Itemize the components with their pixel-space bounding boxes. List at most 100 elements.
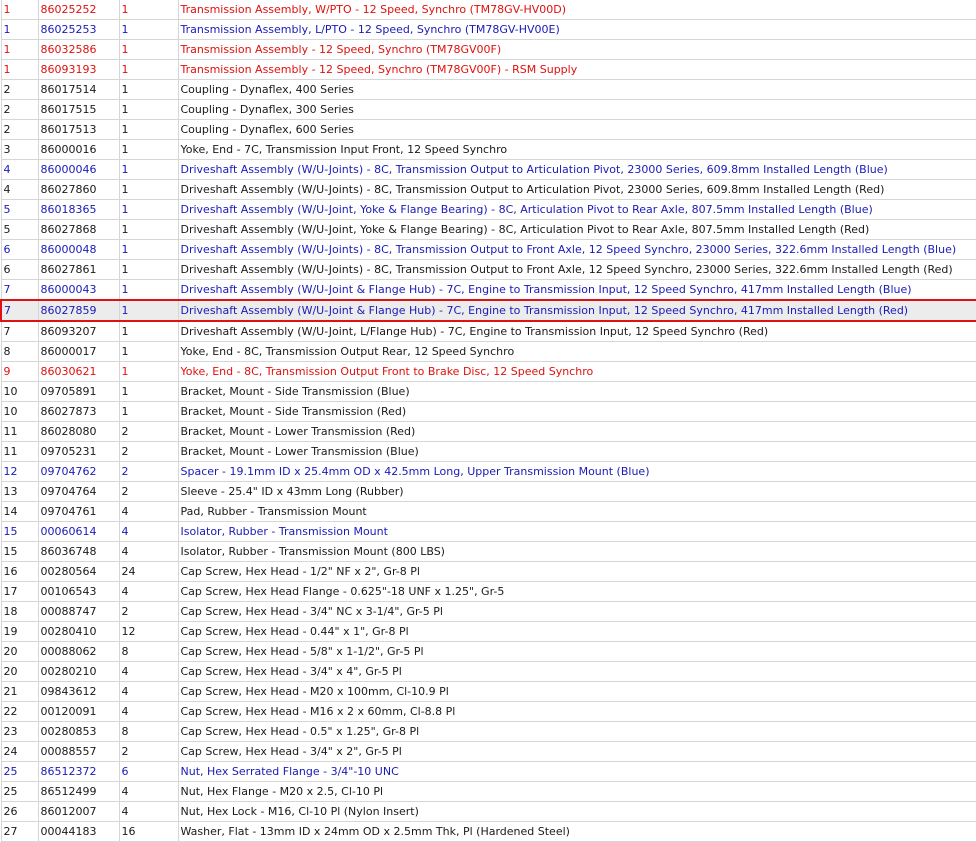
part-number-cell: 86025253 <box>37 19 120 40</box>
table-row[interactable]: 5 86027868 1 Driveshaft Assembly (W/U-Joint… <box>0 219 976 240</box>
table-row[interactable]: 17 00106543 4 Cap Screw, Hex Head Flange - … <box>0 581 976 602</box>
table-row[interactable]: 6 86000048 1 Driveshaft Assembly (W/U-Joint… <box>0 239 976 260</box>
description-cell: Yoke, End - 7C, Transmission Input Front… <box>177 139 976 160</box>
table-row[interactable]: 11 09705231 2 Bracket, Mount - Lower Transm… <box>0 441 976 462</box>
quantity-cell: 4 <box>118 681 179 702</box>
table-row[interactable]: 1 86093193 1 Transmission Assembly - 12 Spe… <box>0 59 976 80</box>
table-row[interactable]: 21 09843612 4 Cap Screw, Hex Head - M20 x 1… <box>0 681 976 702</box>
item-number-cell: 2 <box>0 99 39 120</box>
table-row[interactable]: 2 86017513 1 Coupling - Dynaflex, 600 Serie… <box>0 119 976 140</box>
table-row[interactable]: 20 00088062 8 Cap Screw, Hex Head - 5/8" x … <box>0 641 976 662</box>
part-number-cell: 86027868 <box>37 219 120 240</box>
item-number-cell: 11 <box>0 441 39 462</box>
item-number-cell: 5 <box>0 219 39 240</box>
table-row[interactable]: 10 86027873 1 Bracket, Mount - Side Transmi… <box>0 401 976 422</box>
description-cell: Coupling - Dynaflex, 300 Series <box>177 99 976 120</box>
part-number-cell: 09705891 <box>37 381 120 402</box>
table-row[interactable]: 18 00088747 2 Cap Screw, Hex Head - 3/4" NC… <box>0 601 976 622</box>
description-cell: Driveshaft Assembly (W/U-Joint, Yoke & F… <box>177 199 976 220</box>
table-row[interactable]: 10 09705891 1 Bracket, Mount - Side Transmi… <box>0 381 976 402</box>
table-row[interactable]: 1 86025252 1 Transmission Assembly, W/PTO -… <box>0 0 976 20</box>
description-cell: Transmission Assembly - 12 Speed, Synchr… <box>177 39 976 60</box>
table-row[interactable]: 5 86018365 1 Driveshaft Assembly (W/U-Joint… <box>0 199 976 220</box>
part-number-cell: 00280853 <box>37 721 120 742</box>
table-row[interactable]: 13 09704764 2 Sleeve - 25.4" ID x 43mm Long… <box>0 481 976 502</box>
description-cell: Bracket, Mount - Lower Transmission (Blu… <box>177 441 976 462</box>
quantity-cell: 2 <box>118 421 179 442</box>
table-row[interactable]: 9 86030621 1 Yoke, End - 8C, Transmission O… <box>0 361 976 382</box>
table-row[interactable]: 22 00120091 4 Cap Screw, Hex Head - M16 x 2… <box>0 701 976 722</box>
item-number-cell: 1 <box>0 39 39 60</box>
quantity-cell: 1 <box>118 361 179 382</box>
table-row[interactable]: 15 86036748 4 Isolator, Rubber - Transmissi… <box>0 541 976 562</box>
table-row[interactable]: 26 86012007 4 Nut, Hex Lock - M16, Cl-10 Pl… <box>0 801 976 822</box>
item-number-cell: 11 <box>0 421 39 442</box>
description-cell: Bracket, Mount - Lower Transmission (Red… <box>177 421 976 442</box>
quantity-cell: 8 <box>118 721 179 742</box>
table-row[interactable]: 25 86512372 6 Nut, Hex Serrated Flange - 3/… <box>0 761 976 782</box>
table-row[interactable]: 20 00280210 4 Cap Screw, Hex Head - 3/4" x … <box>0 661 976 682</box>
description-cell: Driveshaft Assembly (W/U-Joints) - 8C, T… <box>177 259 976 280</box>
table-row[interactable]: 6 86027861 1 Driveshaft Assembly (W/U-Joint… <box>0 259 976 280</box>
table-row[interactable]: 3 86000016 1 Yoke, End - 7C, Transmission I… <box>0 139 976 160</box>
table-row[interactable]: 11 86028080 2 Bracket, Mount - Lower Transm… <box>0 421 976 442</box>
table-row[interactable]: 1 86025253 1 Transmission Assembly, L/PTO -… <box>0 19 976 40</box>
table-row[interactable]: 4 86000046 1 Driveshaft Assembly (W/U-Joint… <box>0 159 976 180</box>
quantity-cell: 1 <box>118 79 179 100</box>
part-number-cell: 86036748 <box>37 541 120 562</box>
item-number-cell: 23 <box>0 721 39 742</box>
description-cell: Cap Screw, Hex Head - 1/2" NF x 2", Gr-8… <box>177 561 976 582</box>
description-cell: Cap Screw, Hex Head Flange - 0.625"-18 U… <box>177 581 976 602</box>
table-row[interactable]: 8 86000017 1 Yoke, End - 8C, Transmission O… <box>0 341 976 362</box>
item-number-cell: 24 <box>0 741 39 762</box>
item-number-cell: 4 <box>0 179 39 200</box>
part-number-cell: 86018365 <box>37 199 120 220</box>
table-row[interactable]: 2 86017515 1 Coupling - Dynaflex, 300 Serie… <box>0 99 976 120</box>
table-row[interactable]: 15 00060614 4 Isolator, Rubber - Transmissi… <box>0 521 976 542</box>
item-number-cell: 1 <box>0 19 39 40</box>
quantity-cell: 2 <box>118 601 179 622</box>
table-row[interactable]: 24 00088557 2 Cap Screw, Hex Head - 3/4" x … <box>0 741 976 762</box>
table-row[interactable]: 14 09704761 4 Pad, Rubber - Transmission Mo… <box>0 501 976 522</box>
quantity-cell: 1 <box>118 99 179 120</box>
item-number-cell: 26 <box>0 801 39 822</box>
item-number-cell: 4 <box>0 159 39 180</box>
part-number-cell: 00088557 <box>37 741 120 762</box>
table-row[interactable]: 25 86512499 4 Nut, Hex Flange - M20 x 2.5, … <box>0 781 976 802</box>
quantity-cell: 2 <box>118 461 179 482</box>
description-cell: Nut, Hex Flange - M20 x 2.5, Cl-10 Pl <box>177 781 976 802</box>
description-cell: Yoke, End - 8C, Transmission Output Rear… <box>177 341 976 362</box>
description-cell: Cap Screw, Hex Head - 0.44" x 1", Gr-8 P… <box>177 621 976 642</box>
table-row[interactable]: 19 00280410 12 Cap Screw, Hex Head - 0.44" … <box>0 621 976 642</box>
part-number-cell: 09705231 <box>37 441 120 462</box>
quantity-cell: 1 <box>118 199 179 220</box>
quantity-cell: 1 <box>118 341 179 362</box>
table-row[interactable]: 12 09704762 2 Spacer - 19.1mm ID x 25.4mm O… <box>0 461 976 482</box>
part-number-cell: 00106543 <box>37 581 120 602</box>
table-row[interactable]: 23 00280853 8 Cap Screw, Hex Head - 0.5" x … <box>0 721 976 742</box>
description-cell: Bracket, Mount - Side Transmission (Red) <box>177 401 976 422</box>
parts-list-table: 1 86025252 1 Transmission Assembly, W/PTO -… <box>0 0 976 842</box>
table-row[interactable]: 7 86093207 1 Driveshaft Assembly (W/U-Joint… <box>0 320 976 342</box>
table-row-selected[interactable]: 7 86027859 1 Driveshaft Assembly (W/U-Joint… <box>0 299 976 322</box>
description-cell: Cap Screw, Hex Head - 0.5" x 1.25", Gr-8… <box>177 721 976 742</box>
table-row[interactable]: 1 86032586 1 Transmission Assembly - 12 Spe… <box>0 39 976 60</box>
table-row[interactable]: 2 86017514 1 Coupling - Dynaflex, 400 Serie… <box>0 79 976 100</box>
item-number-cell: 25 <box>0 781 39 802</box>
item-number-cell: 7 <box>0 279 39 301</box>
part-number-cell: 09704762 <box>37 461 120 482</box>
description-cell: Driveshaft Assembly (W/U-Joints) - 8C, T… <box>177 159 976 180</box>
table-row[interactable]: 7 86000043 1 Driveshaft Assembly (W/U-Joint… <box>0 279 976 301</box>
table-row[interactable]: 4 86027860 1 Driveshaft Assembly (W/U-Joint… <box>0 179 976 200</box>
table-row[interactable]: 16 00280564 24 Cap Screw, Hex Head - 1/2" N… <box>0 561 976 582</box>
quantity-cell: 4 <box>118 501 179 522</box>
part-number-cell: 86512372 <box>37 761 120 782</box>
item-number-cell: 15 <box>0 521 39 542</box>
item-number-cell: 16 <box>0 561 39 582</box>
description-cell: Driveshaft Assembly (W/U-Joint, Yoke & F… <box>177 219 976 240</box>
part-number-cell: 86027859 <box>37 299 120 322</box>
item-number-cell: 1 <box>0 0 39 20</box>
quantity-cell: 4 <box>118 661 179 682</box>
description-cell: Spacer - 19.1mm ID x 25.4mm OD x 42.5mm … <box>177 461 976 482</box>
quantity-cell: 4 <box>118 801 179 822</box>
